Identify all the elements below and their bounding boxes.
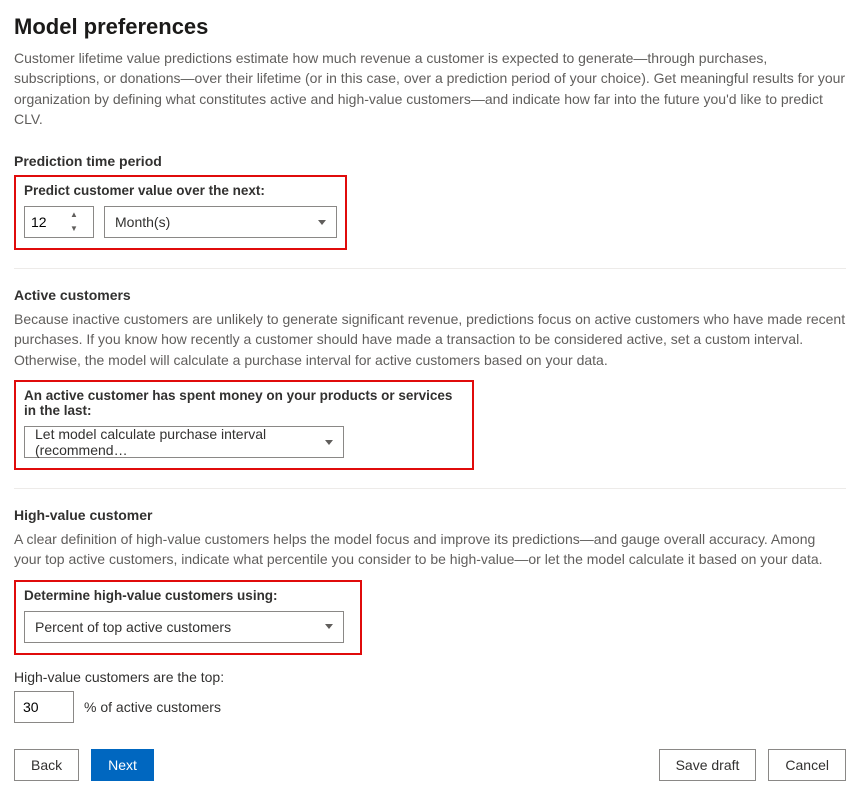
page-title: Model preferences [14, 14, 846, 40]
footer: Back Next Save draft Cancel [14, 749, 846, 781]
spinner-controls: ▲ ▼ [65, 207, 83, 237]
back-button[interactable]: Back [14, 749, 79, 781]
prediction-label: Predict customer value over the next: [24, 183, 337, 198]
section-title-highvalue: High-value customer [14, 507, 846, 523]
highvalue-top-suffix: % of active customers [84, 699, 221, 715]
chevron-down-icon [318, 220, 326, 225]
chevron-down-icon [325, 440, 333, 445]
active-interval-value: Let model calculate purchase interval (r… [35, 426, 325, 458]
highvalue-method-select[interactable]: Percent of top active customers [24, 611, 344, 643]
next-button[interactable]: Next [91, 749, 154, 781]
spinner-up-icon[interactable]: ▲ [65, 208, 83, 222]
active-highlight: An active customer has spent money on yo… [14, 380, 474, 470]
prediction-unit-select[interactable]: Month(s) [104, 206, 337, 238]
chevron-down-icon [325, 624, 333, 629]
highvalue-top-input[interactable] [14, 691, 74, 723]
active-desc: Because inactive customers are unlikely … [14, 309, 846, 370]
save-draft-button[interactable]: Save draft [659, 749, 757, 781]
divider [14, 268, 846, 269]
cancel-button[interactable]: Cancel [768, 749, 846, 781]
prediction-highlight: Predict customer value over the next: ▲ … [14, 175, 347, 250]
section-title-active: Active customers [14, 287, 846, 303]
prediction-value-input[interactable] [25, 207, 65, 237]
page-intro: Customer lifetime value predictions esti… [14, 48, 846, 129]
spinner-down-icon[interactable]: ▼ [65, 222, 83, 236]
highvalue-desc: A clear definition of high-value custome… [14, 529, 846, 570]
active-interval-select[interactable]: Let model calculate purchase interval (r… [24, 426, 344, 458]
highvalue-label: Determine high-value customers using: [24, 588, 352, 603]
highvalue-method-value: Percent of top active customers [35, 619, 231, 635]
section-title-prediction: Prediction time period [14, 153, 846, 169]
divider [14, 488, 846, 489]
prediction-unit-value: Month(s) [115, 214, 170, 230]
prediction-value-stepper[interactable]: ▲ ▼ [24, 206, 94, 238]
highvalue-top-label: High-value customers are the top: [14, 669, 846, 685]
highvalue-highlight: Determine high-value customers using: Pe… [14, 580, 362, 655]
active-label: An active customer has spent money on yo… [24, 388, 464, 418]
